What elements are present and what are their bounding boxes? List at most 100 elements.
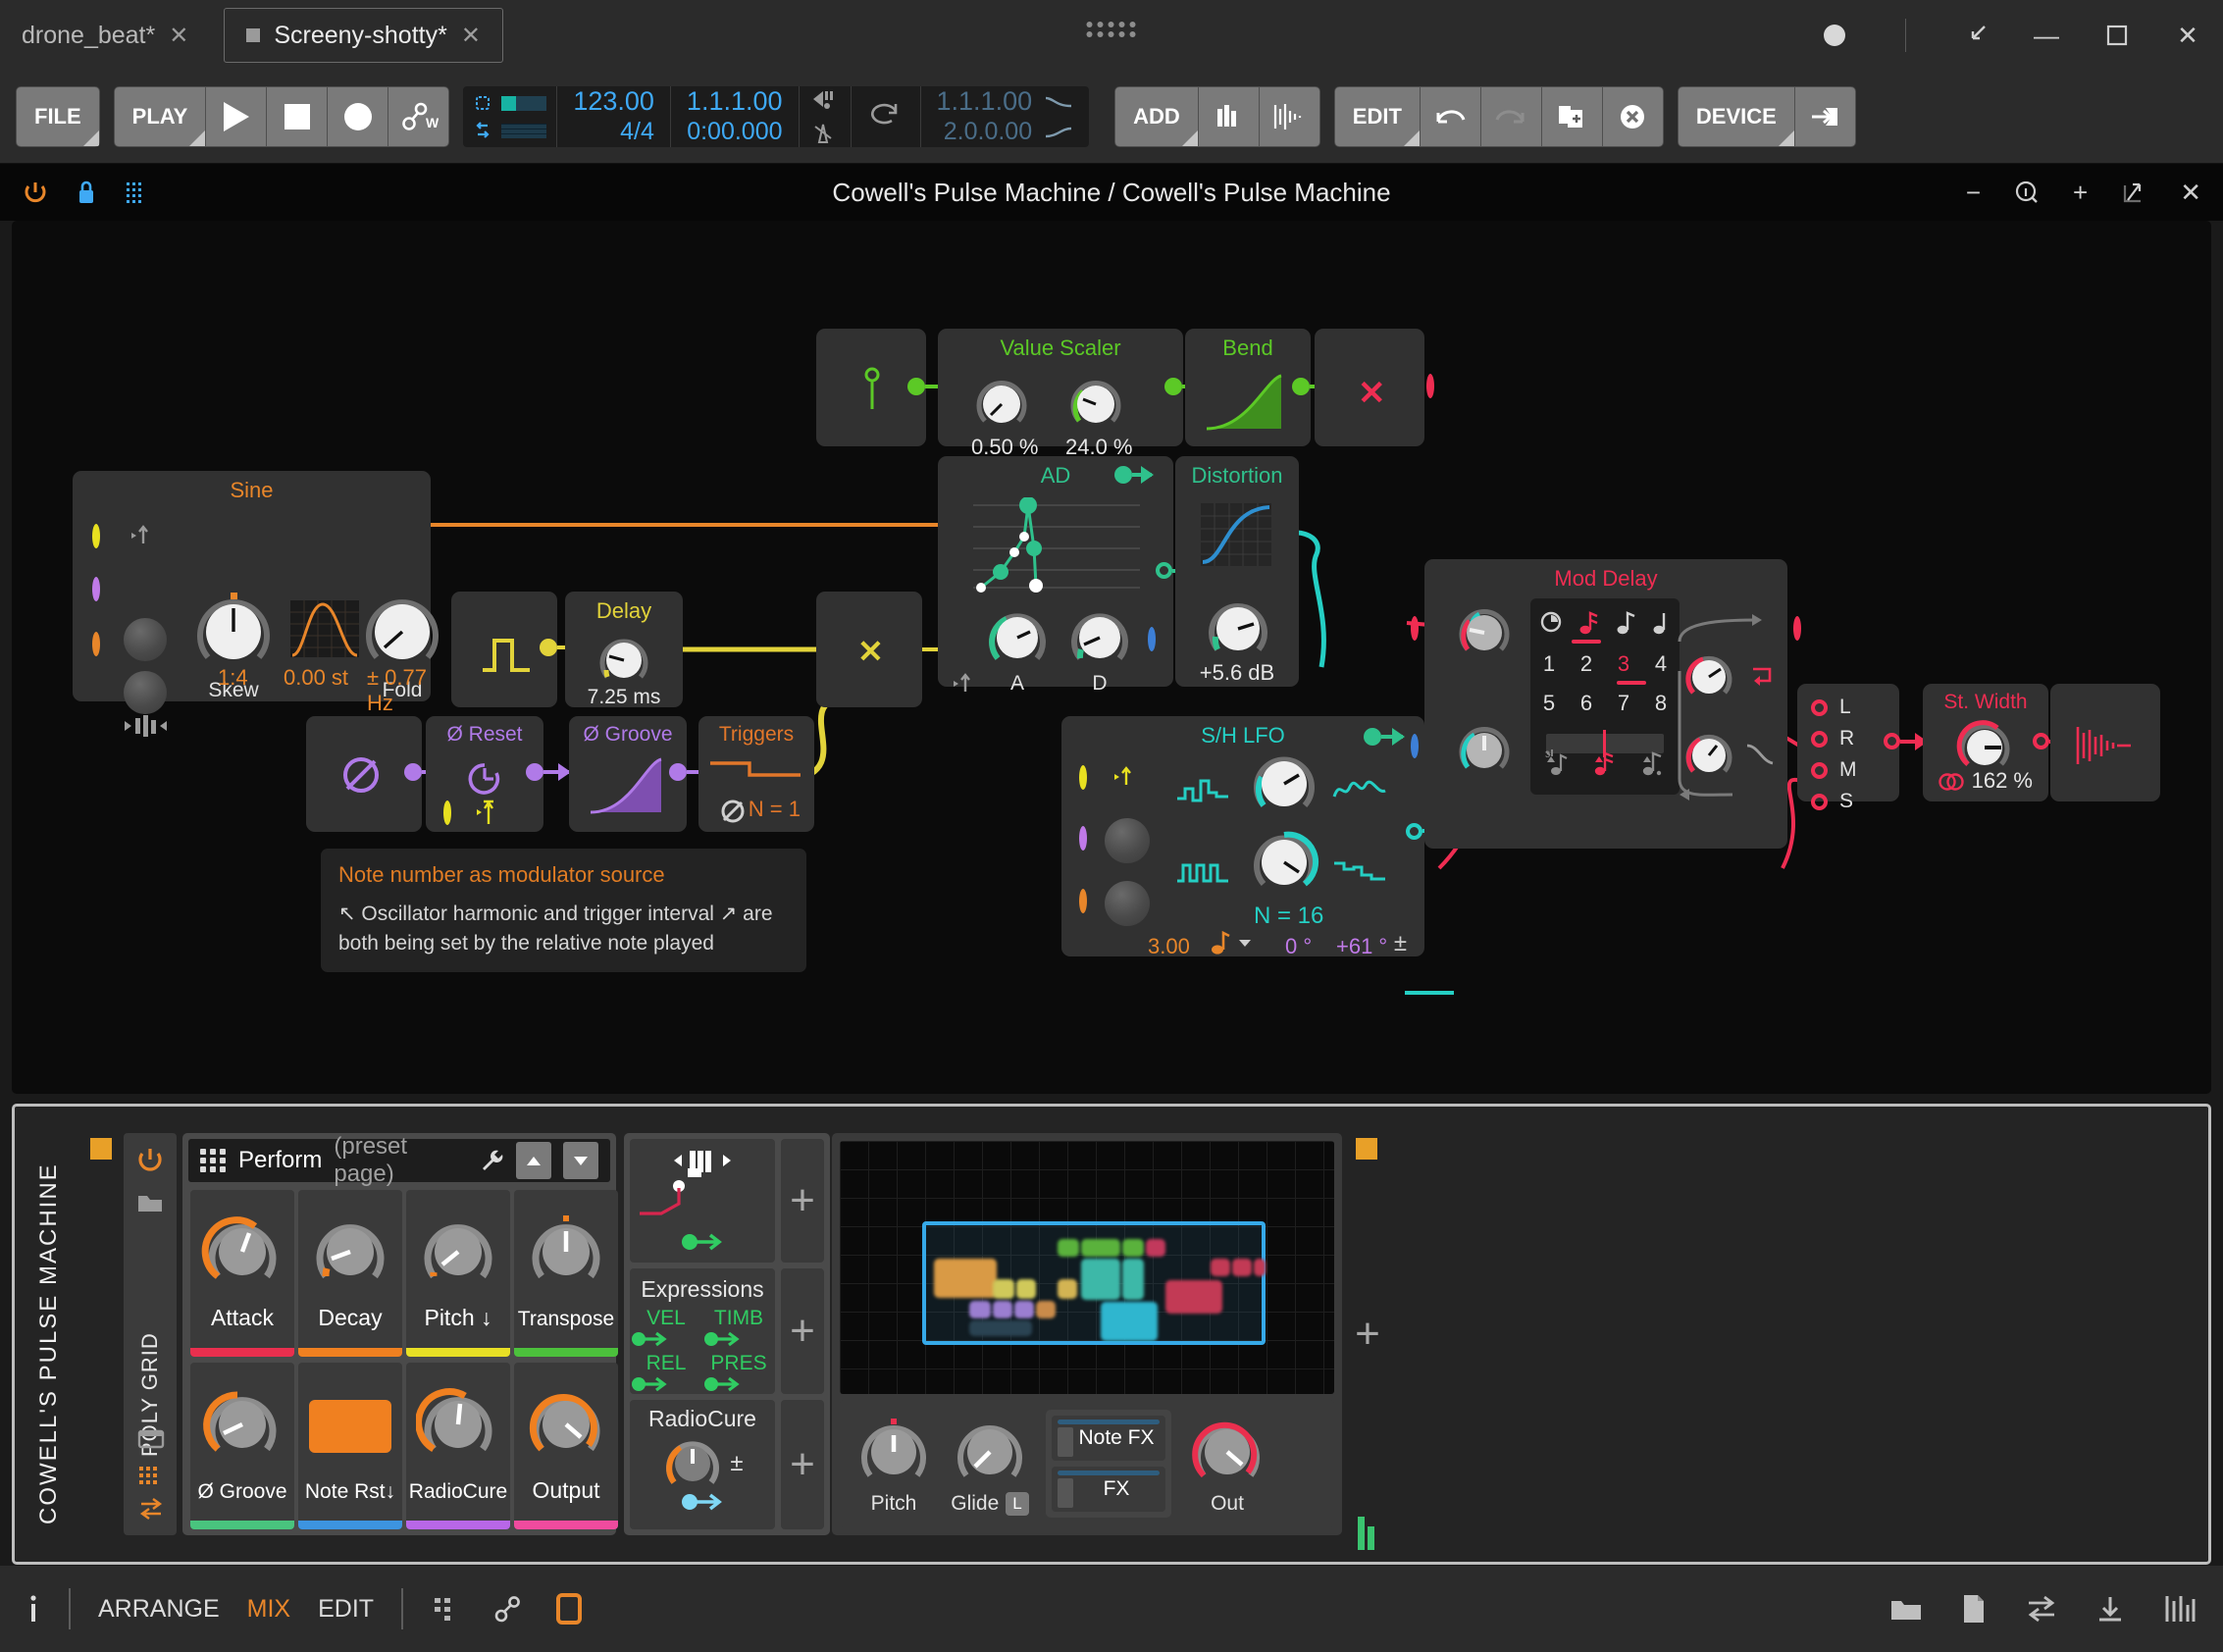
channel-row-m[interactable]: M xyxy=(1811,758,1899,782)
shlfo-trigger-out[interactable] xyxy=(1364,728,1405,746)
step-3[interactable]: 3 xyxy=(1618,651,1629,677)
modulator-keytrack[interactable] xyxy=(630,1139,775,1263)
view-tab-mix[interactable]: MIX xyxy=(247,1595,290,1624)
knob-attack[interactable]: A xyxy=(983,603,1052,696)
power-icon[interactable] xyxy=(22,179,49,206)
voice-out[interactable]: Out xyxy=(1187,1412,1267,1516)
knob-decay[interactable]: D xyxy=(1065,603,1134,696)
shlfo-n-value[interactable]: N = 16 xyxy=(1254,903,1323,930)
macro-slot-radiocure[interactable]: RadioCure xyxy=(406,1363,510,1529)
mod-delay-out-port[interactable] xyxy=(1793,616,1801,641)
position-cell[interactable]: 1.1.1.00 0:00.000 xyxy=(671,86,800,147)
browser-icon[interactable] xyxy=(1889,1595,1923,1623)
module-stereo-width[interactable]: St. Width 162 % xyxy=(1923,684,2099,801)
macro-slot-phase-groove[interactable]: Ø Groove xyxy=(190,1363,294,1529)
macro-slot-attack[interactable]: Attack xyxy=(190,1190,294,1357)
loop-start-value[interactable]: 1.1.1.00 xyxy=(937,86,1033,117)
note-fx-slot[interactable]: Note FX xyxy=(1052,1416,1165,1461)
knob-shlfo-rate[interactable] xyxy=(1248,748,1320,820)
note-pad[interactable] xyxy=(1058,1239,1079,1257)
sine-amp-port[interactable] xyxy=(92,632,100,656)
shlfo-wave-right-top-icon[interactable] xyxy=(1332,771,1389,806)
collapse-icon[interactable]: − xyxy=(1966,178,1981,208)
macro-slot-note-reset[interactable]: Note Rst↓ xyxy=(298,1363,402,1529)
play-button[interactable] xyxy=(206,86,268,147)
channel-row-l[interactable]: L xyxy=(1811,696,1899,719)
bipolar-icon[interactable]: ± xyxy=(730,1450,743,1477)
straight-note-icon[interactable] xyxy=(1592,748,1618,789)
stop-button[interactable] xyxy=(267,86,329,147)
automation-write-button[interactable]: W xyxy=(388,86,450,147)
loop-icon[interactable] xyxy=(867,100,905,133)
voice-pitch[interactable]: Pitch xyxy=(853,1412,934,1516)
add-instrument-button[interactable] xyxy=(1198,86,1260,147)
step-1[interactable]: 1 xyxy=(1543,651,1555,677)
note-pad[interactable] xyxy=(993,1279,1014,1299)
stereo-width-value[interactable]: 162 % xyxy=(1972,768,2033,794)
add-modulator-button-3[interactable]: + xyxy=(781,1400,824,1529)
module-sine[interactable]: Sine Skew Fold 1:4 0.00 st ± 0.77 Hz xyxy=(73,471,439,737)
module-phase[interactable] xyxy=(306,716,473,832)
module-phase-reset[interactable]: Ø Reset xyxy=(426,716,595,832)
shlfo-bipolar-icon[interactable]: ± xyxy=(1394,930,1407,957)
triplet-note-icon[interactable]: 3 xyxy=(1544,748,1570,789)
record-indicator-icon[interactable] xyxy=(1799,0,1870,71)
note-pad[interactable] xyxy=(1014,1301,1034,1318)
module-bend[interactable]: Bend xyxy=(1185,329,1362,446)
distortion-gain-value[interactable]: +5.6 dB xyxy=(1175,660,1299,686)
shlfo-wave-left-top-icon[interactable] xyxy=(1175,771,1232,808)
knob-distortion-drive[interactable] xyxy=(1203,594,1273,664)
maximize-button[interactable] xyxy=(2082,0,2152,71)
close-icon[interactable]: ✕ xyxy=(2180,178,2201,208)
info-icon[interactable] xyxy=(2014,180,2040,205)
sine-ratio-value[interactable]: 1:4 xyxy=(218,665,248,691)
note-pad[interactable] xyxy=(1211,1259,1230,1276)
knob-mod-delay-mix[interactable] xyxy=(1454,602,1515,663)
info-icon[interactable] xyxy=(26,1592,41,1626)
note-pad[interactable] xyxy=(1165,1280,1222,1314)
tempo-signature-cell[interactable]: 123.00 4/4 xyxy=(557,86,671,147)
delay-time-value[interactable]: 7.25 ms xyxy=(565,686,683,709)
expression-pres[interactable]: PRES xyxy=(702,1352,775,1393)
file-button[interactable]: FILE xyxy=(16,86,100,147)
expression-vel[interactable]: VEL xyxy=(630,1307,702,1348)
note-pad[interactable] xyxy=(993,1301,1012,1318)
tab-screeny-shotty[interactable]: Screeny-shotty* ✕ xyxy=(224,8,503,63)
notes-icon[interactable] xyxy=(1960,1593,1988,1625)
device-io-icon[interactable] xyxy=(137,1498,165,1520)
automation-icon[interactable] xyxy=(491,1594,525,1624)
note-pad[interactable] xyxy=(1122,1259,1144,1300)
module-phase-groove[interactable]: Ø Groove xyxy=(569,716,738,832)
mod-delay-mod-port[interactable] xyxy=(1411,734,1419,758)
add-modulator-button-2[interactable]: + xyxy=(781,1268,824,1394)
macro-slot-decay[interactable]: Decay xyxy=(298,1190,402,1357)
shlfo-spread-value[interactable]: +61 ° xyxy=(1336,934,1387,959)
note-unit-clock-icon[interactable] xyxy=(1539,610,1563,636)
device-view-icon[interactable] xyxy=(137,1427,165,1451)
knob-mod-delay-feedback[interactable] xyxy=(1681,649,1736,704)
note-annotation[interactable]: Note number as modulator source ↖ Oscill… xyxy=(321,849,806,972)
shlfo-wave-right-bottom-icon[interactable] xyxy=(1332,855,1389,889)
preroll-metronome-cell[interactable] xyxy=(800,86,852,147)
io-icon[interactable] xyxy=(2025,1594,2058,1624)
redo-button[interactable] xyxy=(1480,86,1542,147)
routing-group[interactable]: Note FX FX xyxy=(1046,1410,1171,1518)
shlfo-rate-value[interactable]: 3.00 xyxy=(1148,934,1190,959)
step-4[interactable]: 4 xyxy=(1655,651,1667,677)
knob-mod-delay-damp[interactable] xyxy=(1681,728,1736,783)
shlfo-phase-value[interactable]: 0 ° xyxy=(1285,934,1312,959)
knob-mod-delay-amount[interactable] xyxy=(1454,720,1515,781)
step-5[interactable]: 5 xyxy=(1543,691,1555,716)
ad-trigger-out[interactable] xyxy=(1114,466,1154,484)
reset-trigger-port[interactable] xyxy=(443,800,451,825)
sine-phase-port[interactable] xyxy=(92,577,100,601)
module-triggers[interactable]: Triggers N = 1 xyxy=(698,716,814,832)
note-view-panel[interactable]: Pitch Glide L Note FX FX Out xyxy=(832,1133,1342,1535)
step-6[interactable]: 6 xyxy=(1580,691,1592,716)
module-channels[interactable]: L R M S xyxy=(1797,684,1950,812)
note-pad[interactable] xyxy=(969,1320,1032,1336)
sine-mod-knob-a[interactable] xyxy=(124,618,167,661)
expression-rel[interactable]: REL xyxy=(630,1352,702,1393)
undo-button[interactable] xyxy=(1420,86,1481,147)
fx-slot[interactable]: FX xyxy=(1052,1467,1165,1512)
